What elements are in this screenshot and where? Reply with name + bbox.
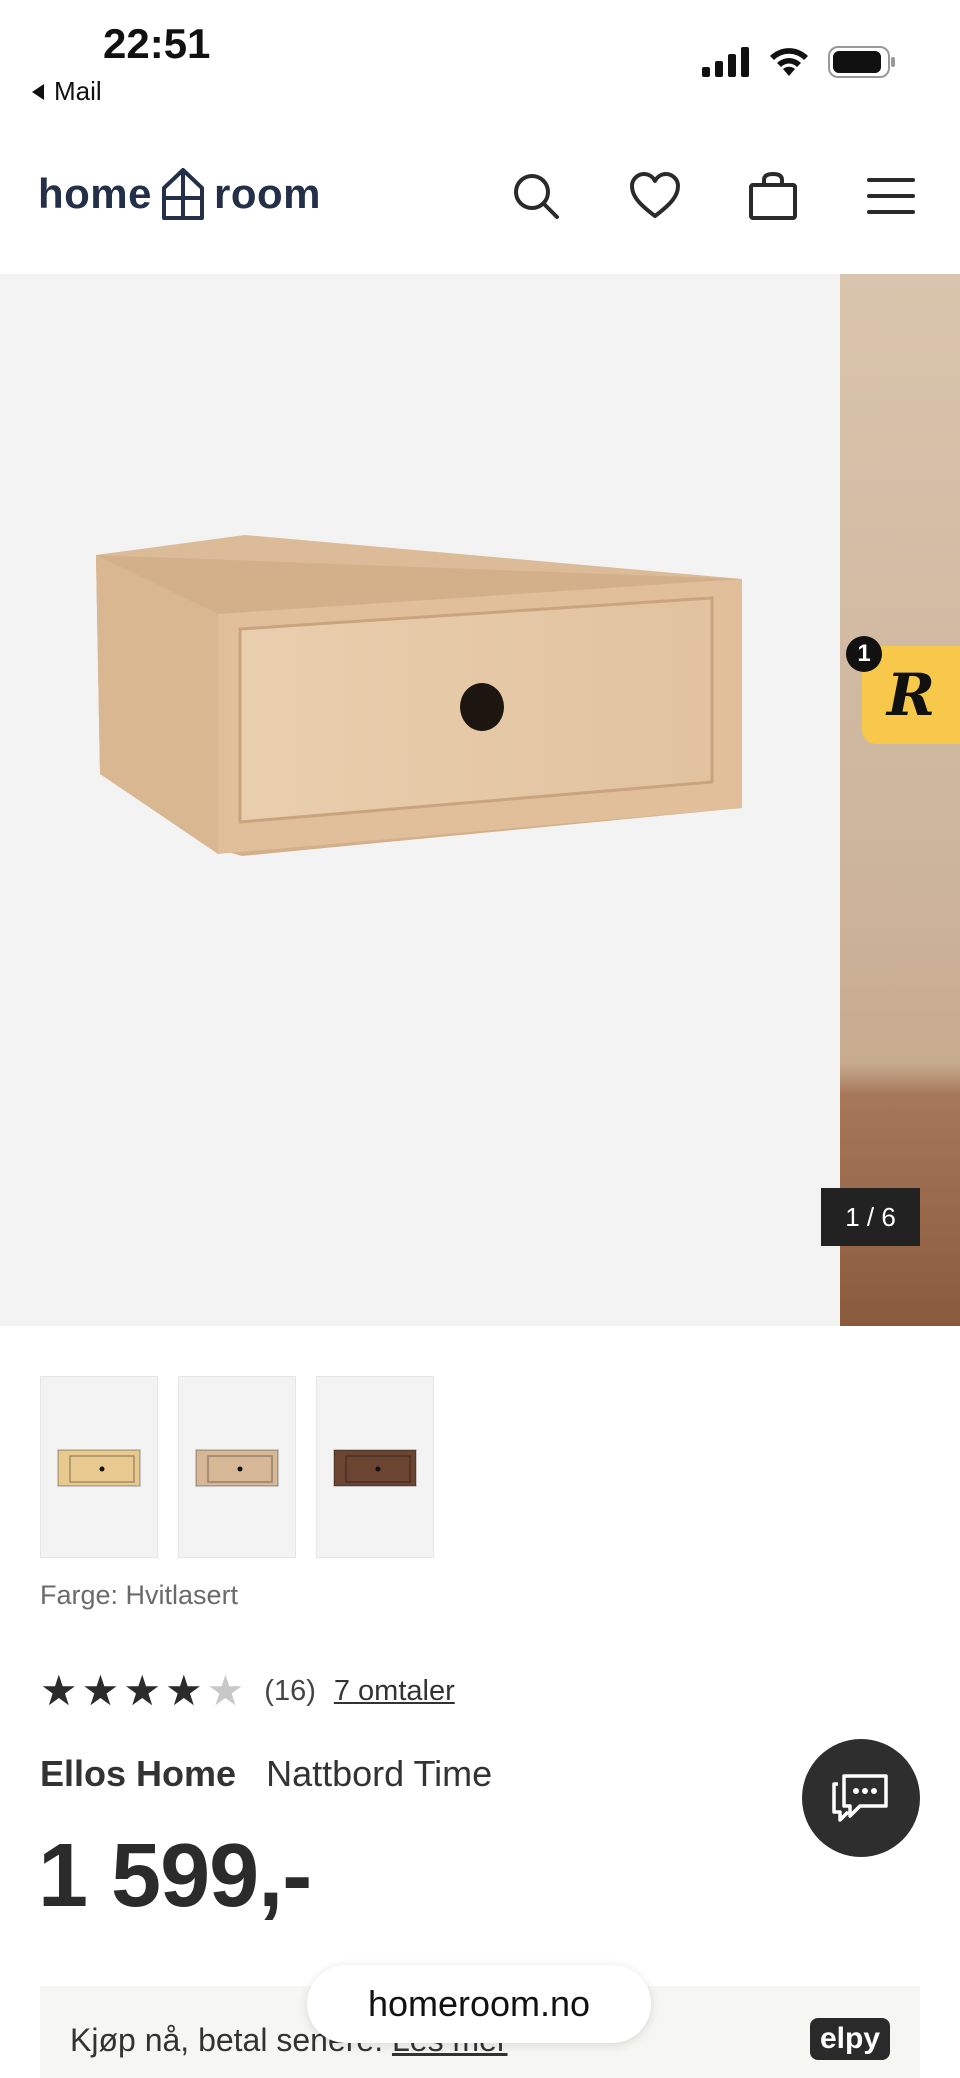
browser-url-pill[interactable]: homeroom.no [307, 1965, 651, 2043]
chat-bubble-icon [832, 1774, 888, 1822]
cellular-signal-icon [702, 47, 749, 77]
product-rating: ★ ★ ★ ★ ★ (16) 7 omtaler [40, 1670, 455, 1712]
homeroom-logo[interactable]: home room [38, 166, 321, 222]
back-to-mail-link[interactable]: Mail [30, 76, 102, 107]
site-header: home room [0, 130, 960, 275]
thumbnail-nightstand-image [57, 1449, 141, 1487]
rewards-badge-letter: R [886, 661, 936, 729]
search-button[interactable] [508, 168, 564, 224]
product-image-nightstand [96, 535, 742, 856]
rating-star: ★ [206, 1667, 245, 1714]
product-price: 1 599,- [38, 1826, 312, 1926]
image-counter: 1 / 6 [821, 1188, 920, 1246]
product-image-gallery[interactable]: R 1 1 / 6 [0, 274, 960, 1326]
wishlist-button[interactable] [627, 168, 683, 224]
menu-button[interactable] [863, 168, 919, 224]
rating-stars: ★ ★ ★ ★ ★ [40, 1670, 244, 1712]
product-brand: Ellos Home [40, 1753, 237, 1794]
thumbnail-nightstand-image [333, 1449, 417, 1487]
color-variant-thumbnail[interactable] [40, 1376, 158, 1558]
house-logo-icon [162, 168, 205, 220]
heart-icon [630, 172, 680, 218]
color-variant-thumbnails [40, 1376, 434, 1558]
rating-count: (16) [264, 1674, 316, 1707]
logo-text-home: home [38, 170, 153, 217]
rating-star: ★ [40, 1667, 78, 1714]
color-variant-thumbnail[interactable] [316, 1376, 434, 1558]
search-icon [514, 174, 559, 219]
rating-star: ★ [81, 1667, 120, 1714]
logo-text-room: room [214, 170, 322, 217]
elpy-logo: elpy [809, 2018, 890, 2060]
system-icons [702, 46, 896, 78]
menu-icon [867, 178, 915, 214]
clock: 22:51 [103, 20, 211, 67]
next-product-image-preview[interactable] [840, 274, 960, 1326]
back-app-label: Mail [54, 76, 102, 106]
thumbnail-nightstand-image [195, 1449, 279, 1487]
product-title: Ellos Home Nattbord Time [40, 1753, 492, 1795]
color-variant-thumbnail[interactable] [178, 1376, 296, 1558]
product-name: Nattbord Time [266, 1753, 493, 1794]
cart-button[interactable] [745, 168, 801, 224]
rating-star: ★ [123, 1667, 161, 1714]
back-triangle-icon [32, 83, 44, 100]
shopping-bag-icon [749, 171, 797, 220]
status-bar: 22:51 Mail [0, 0, 960, 130]
reviews-link[interactable]: 7 omtaler [334, 1675, 455, 1708]
selected-color-label: Farge: Hvitlasert [40, 1580, 239, 1610]
rating-star: ★ [164, 1667, 203, 1714]
rewards-badge-count: 1 [846, 636, 882, 672]
wifi-icon [770, 48, 808, 76]
chat-button[interactable] [802, 1739, 920, 1857]
battery-icon [828, 46, 895, 78]
